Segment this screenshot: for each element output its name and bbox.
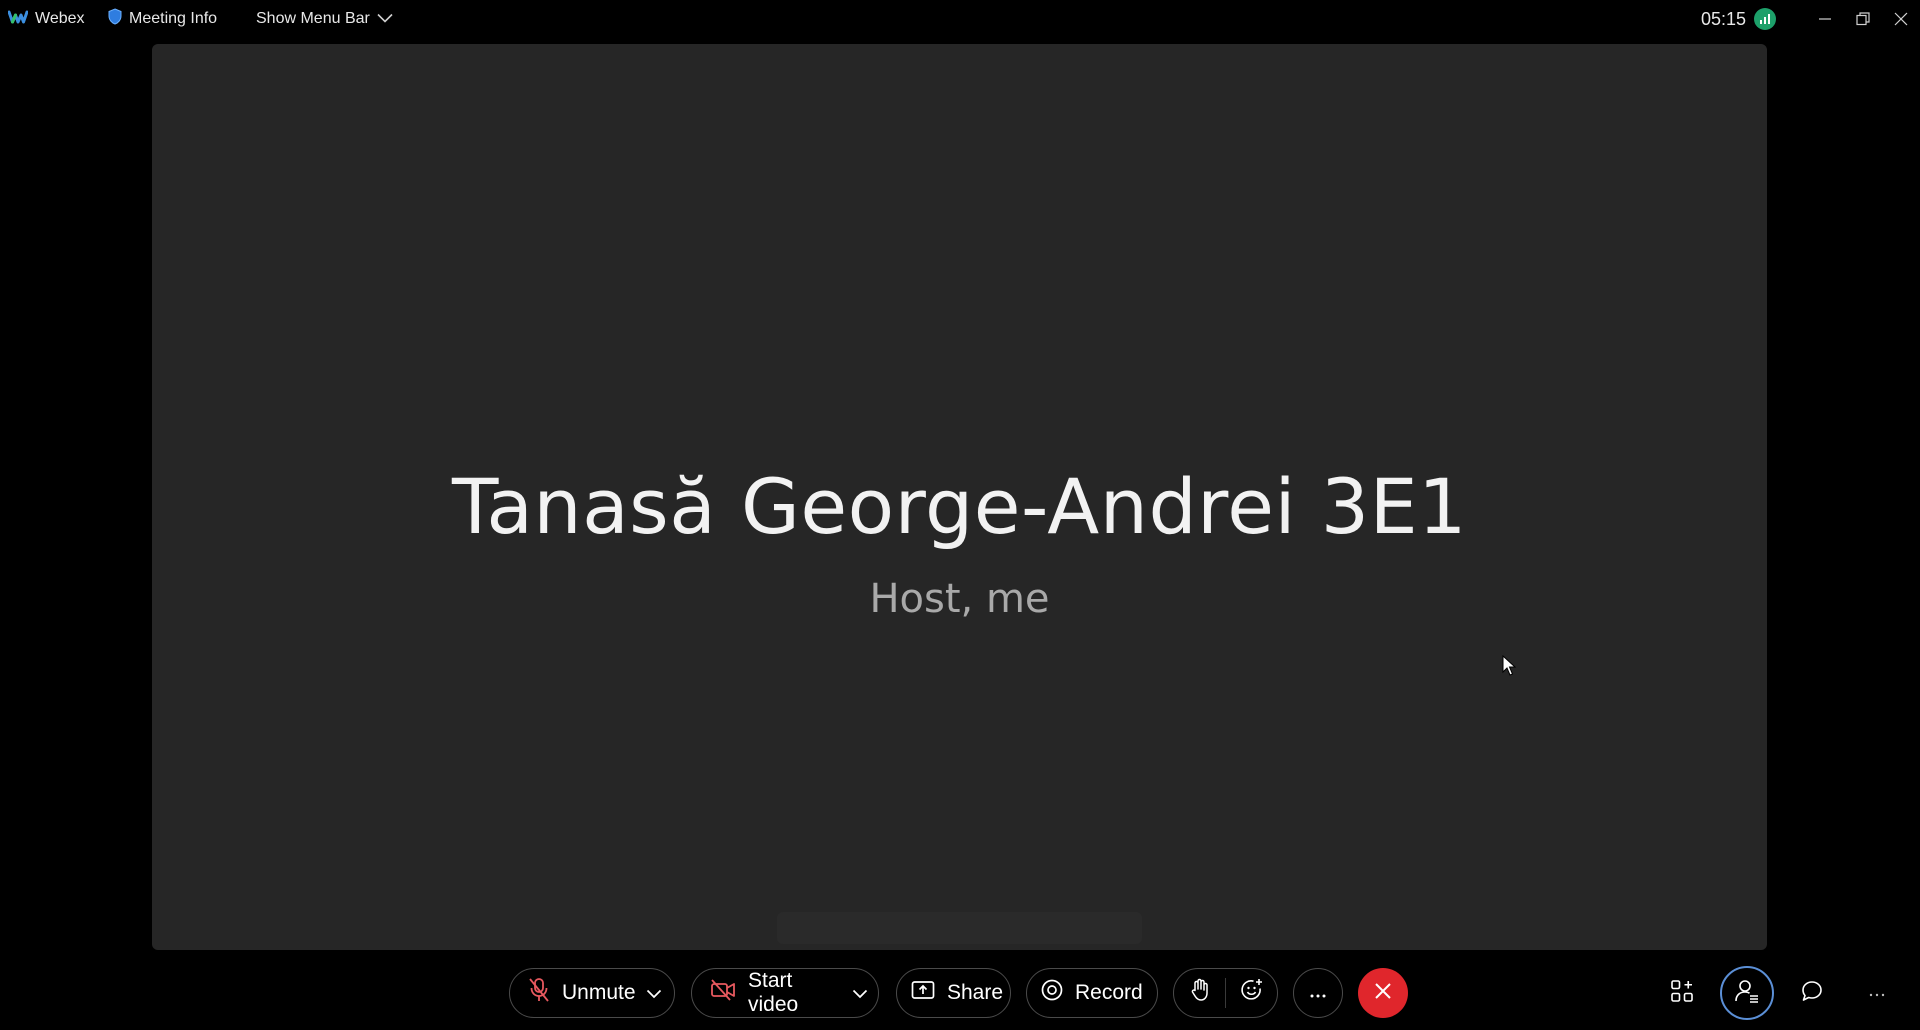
share-button[interactable]: Share [896,968,1011,1018]
show-menu-bar-button[interactable]: Show Menu Bar [256,0,393,38]
apps-button[interactable] [1655,966,1709,1020]
chevron-down-icon [852,981,868,1005]
restore-button[interactable] [1844,0,1882,38]
more-icon [1309,981,1327,1005]
apps-icon [1670,979,1694,1008]
video-options-button[interactable] [838,969,868,1017]
webex-logo-icon [7,9,29,30]
meeting-info-button[interactable]: Meeting Info [108,0,217,38]
stage-overlay-strip [777,912,1142,944]
video-off-icon [710,979,736,1007]
chat-button[interactable] [1785,966,1839,1020]
raise-hand-icon [1190,978,1210,1008]
record-button[interactable]: Record [1026,968,1158,1018]
meeting-clock: 05:15 [1700,8,1746,29]
minimize-button[interactable] [1806,0,1844,38]
chevron-down-icon [377,10,393,28]
more-icon [1869,984,1885,1002]
chat-icon [1800,979,1824,1008]
show-menu-bar-label: Show Menu Bar [256,10,370,27]
title-bar-right: 05:15 [1701,0,1920,38]
close-icon [1374,982,1392,1005]
signal-bars-icon[interactable] [1754,8,1776,30]
share-label: Share [947,981,1004,1004]
raise-hand-button[interactable] [1174,969,1225,1017]
shield-icon [108,8,122,30]
participant-name: Tanasă George-Andrei 3E1 [451,462,1468,551]
mic-off-icon [528,977,550,1009]
participants-icon [1734,978,1760,1009]
start-video-control: Start video [691,968,879,1018]
unmute-label: Unmute [562,981,636,1004]
start-video-button[interactable]: Start video [692,969,838,1017]
reactions-button[interactable] [1226,969,1277,1017]
meeting-info-label: Meeting Info [129,10,218,27]
leave-meeting-button[interactable] [1358,968,1408,1018]
participants-button[interactable] [1720,966,1774,1020]
start-video-label: Start video [748,969,799,1016]
record-label: Record [1075,981,1143,1004]
video-stage[interactable]: Tanasă George-Andrei 3E1 Host, me [152,44,1767,950]
chevron-down-icon [646,981,662,1005]
close-window-button[interactable] [1882,0,1920,38]
audio-options-button[interactable] [634,969,662,1017]
unmute-control: Unmute [509,968,675,1018]
record-icon [1041,979,1063,1007]
emoji-icon [1240,978,1264,1008]
unmute-button[interactable]: Unmute [510,969,636,1017]
webex-app-menu[interactable]: Webex [7,0,85,38]
participant-role: Host, me [869,576,1050,622]
app-name: Webex [35,10,85,27]
more-options-button[interactable] [1293,968,1343,1018]
more-panels-button[interactable] [1850,966,1904,1020]
share-icon [911,980,935,1006]
mouse-cursor-icon [1502,654,1517,682]
title-bar: Webex Meeting Info Show Menu Bar 05:15 [0,0,1920,38]
hand-reaction-group [1173,968,1278,1018]
